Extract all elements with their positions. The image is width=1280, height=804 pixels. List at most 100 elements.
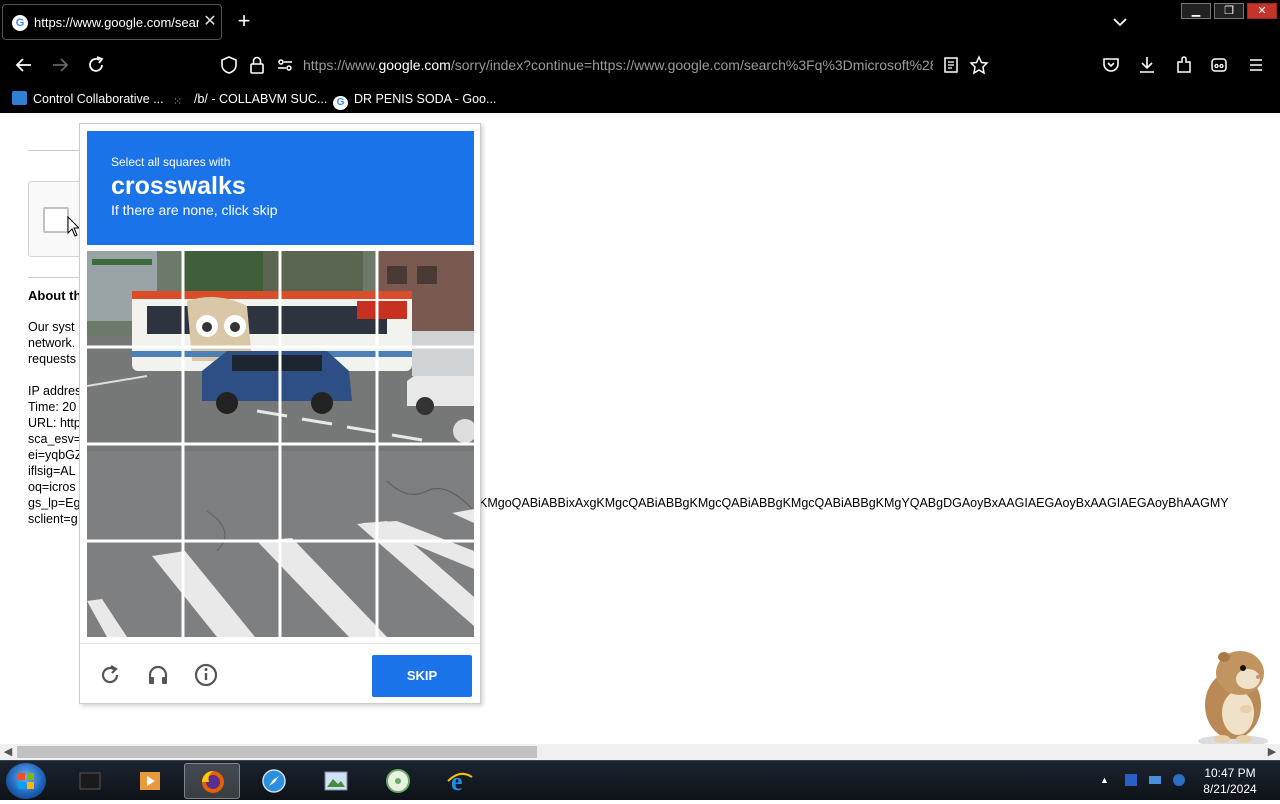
page-content: About th Our syst network. requests IP a… bbox=[0, 113, 1280, 744]
forward-arrow-icon[interactable] bbox=[49, 54, 71, 76]
scroll-left-icon[interactable]: ◀ bbox=[1, 745, 15, 759]
info-line: sclient=g bbox=[28, 512, 78, 526]
challenge-hint: If there are none, click skip bbox=[111, 202, 278, 218]
minimize-button[interactable]: ▁ bbox=[1181, 3, 1211, 19]
google-favicon-icon: G bbox=[12, 15, 28, 31]
lock-icon[interactable] bbox=[246, 54, 268, 76]
clock-date: 8/21/2024 bbox=[1203, 782, 1257, 796]
tab-title: https://www.google.com/search bbox=[34, 15, 199, 30]
browser-tab[interactable]: G https://www.google.com/search ✕ bbox=[2, 4, 222, 40]
close-window-button[interactable]: ✕ bbox=[1247, 3, 1277, 19]
scrollbar-thumb[interactable] bbox=[17, 746, 537, 758]
info-line: Our syst bbox=[28, 320, 75, 334]
audio-challenge-icon[interactable] bbox=[145, 662, 171, 688]
navigation-bar: https://www.google.com/sorry/index?conti… bbox=[0, 44, 1280, 86]
recaptcha-checkbox[interactable] bbox=[43, 207, 69, 233]
maximize-button[interactable]: ❐ bbox=[1214, 3, 1244, 19]
challenge-target: crosswalks bbox=[111, 172, 246, 200]
taskbar-app-ie[interactable]: e bbox=[432, 763, 488, 799]
grid-tile[interactable] bbox=[184, 251, 280, 347]
about-heading: About th bbox=[28, 288, 82, 303]
back-arrow-icon[interactable] bbox=[13, 54, 35, 76]
account-icon[interactable] bbox=[1208, 54, 1230, 76]
captcha-challenge-dialog: Select all squares with crosswalks If th… bbox=[79, 123, 481, 704]
tab-bar: G https://www.google.com/search ✕ + ▁ ❐ … bbox=[0, 0, 1280, 44]
taskbar-app-terminal[interactable] bbox=[62, 763, 118, 799]
shield-icon[interactable] bbox=[218, 54, 240, 76]
grid-tile[interactable] bbox=[378, 348, 474, 444]
media-player-icon bbox=[140, 772, 160, 790]
grid-tile[interactable] bbox=[184, 542, 280, 637]
list-tabs-chevron-icon[interactable] bbox=[1110, 12, 1130, 32]
grid-tile[interactable] bbox=[87, 445, 183, 541]
tab-close-icon[interactable]: ✕ bbox=[201, 13, 219, 31]
info-line: iflsig=AL bbox=[28, 464, 76, 478]
challenge-instruction: Select all squares with bbox=[111, 155, 231, 169]
grid-tile[interactable] bbox=[87, 251, 183, 347]
network-icon[interactable] bbox=[1148, 773, 1162, 787]
new-tab-button[interactable]: + bbox=[234, 10, 254, 32]
hamster-mascot bbox=[1198, 651, 1268, 744]
grid-tile[interactable] bbox=[184, 445, 280, 541]
url-field[interactable]: https://www.google.com/sorry/index?conti… bbox=[303, 57, 933, 73]
menu-icon[interactable] bbox=[1245, 54, 1267, 76]
info-line: URL: http bbox=[28, 416, 81, 430]
permissions-icon[interactable] bbox=[274, 54, 296, 76]
tray-expand-icon[interactable]: ▲ bbox=[1100, 773, 1114, 787]
pocket-icon[interactable] bbox=[1100, 54, 1122, 76]
reload-challenge-icon[interactable] bbox=[97, 662, 123, 688]
sparkle-icon: ⁙ bbox=[173, 96, 183, 108]
info-line: sca_esv= bbox=[28, 432, 82, 446]
firefox-icon bbox=[202, 771, 224, 793]
image-grid bbox=[87, 251, 474, 637]
challenge-header: Select all squares with crosswalks If th… bbox=[87, 131, 474, 245]
bookmark-item[interactable]: ⁙/b/ - COLLABVM SUC... bbox=[173, 91, 327, 109]
disc-burner-icon bbox=[386, 769, 410, 793]
grid-tile[interactable] bbox=[378, 251, 474, 347]
info-line: oq=icros bbox=[28, 480, 76, 494]
bookmark-item[interactable]: G DR PENIS SODA - Goo... bbox=[333, 91, 496, 110]
grid-tile[interactable] bbox=[184, 348, 280, 444]
start-button[interactable] bbox=[6, 763, 46, 799]
monitor-icon bbox=[12, 91, 27, 105]
volume-icon[interactable] bbox=[1172, 773, 1186, 787]
reader-view-icon[interactable] bbox=[940, 54, 962, 76]
grid-tile[interactable] bbox=[281, 445, 377, 541]
bookmark-star-icon[interactable] bbox=[968, 54, 990, 76]
taskbar-app-firefox[interactable] bbox=[184, 763, 240, 799]
bookmarks-toolbar: Control Collaborative ... ⁙/b/ - COLLABV… bbox=[0, 86, 1280, 113]
skip-button[interactable]: SKIP bbox=[372, 655, 472, 697]
info-line: Time: 20 bbox=[28, 400, 77, 414]
system-clock[interactable]: 10:47 PM 8/21/2024 bbox=[1190, 765, 1270, 797]
download-icon[interactable] bbox=[1136, 54, 1158, 76]
info-line: ei=yqbGZ bbox=[28, 448, 83, 462]
grid-tile[interactable] bbox=[378, 445, 474, 541]
grid-tile[interactable] bbox=[378, 542, 474, 637]
bookmark-item[interactable]: Control Collaborative ... bbox=[12, 91, 164, 109]
grid-tile[interactable] bbox=[87, 542, 183, 637]
grid-tile[interactable] bbox=[281, 542, 377, 637]
taskbar: e ▲ 10:47 PM 8/21/2024 bbox=[0, 760, 1280, 800]
info-icon[interactable] bbox=[193, 662, 219, 688]
picture-viewer-icon bbox=[324, 771, 348, 791]
taskbar-app-media[interactable] bbox=[122, 763, 178, 799]
grid-tile[interactable] bbox=[87, 348, 183, 444]
gs-lp-value: KMgoQABiABBixAxgKMgcQABiABBgKMgcQABiABBg… bbox=[479, 496, 1229, 510]
scroll-right-icon[interactable]: ▶ bbox=[1265, 745, 1279, 759]
taskbar-app-disc[interactable] bbox=[370, 763, 426, 799]
svg-text:e: e bbox=[451, 767, 463, 795]
grid-tile[interactable] bbox=[281, 348, 377, 444]
extensions-icon[interactable] bbox=[1173, 54, 1195, 76]
taskbar-app-explorer[interactable] bbox=[308, 763, 364, 799]
windows-logo-icon bbox=[18, 773, 34, 789]
tray-app-icon[interactable] bbox=[1124, 773, 1138, 787]
info-line: IP addres bbox=[28, 384, 82, 398]
info-line: gs_lp=Eg bbox=[28, 496, 81, 510]
terminal-icon bbox=[79, 772, 101, 790]
horizontal-scrollbar[interactable]: ◀ ▶ bbox=[0, 744, 1280, 760]
internet-explorer-icon: e bbox=[447, 767, 473, 795]
info-line: requests bbox=[28, 352, 76, 366]
grid-tile[interactable] bbox=[281, 251, 377, 347]
taskbar-app-navigator[interactable] bbox=[246, 763, 302, 799]
reload-icon[interactable] bbox=[85, 54, 107, 76]
